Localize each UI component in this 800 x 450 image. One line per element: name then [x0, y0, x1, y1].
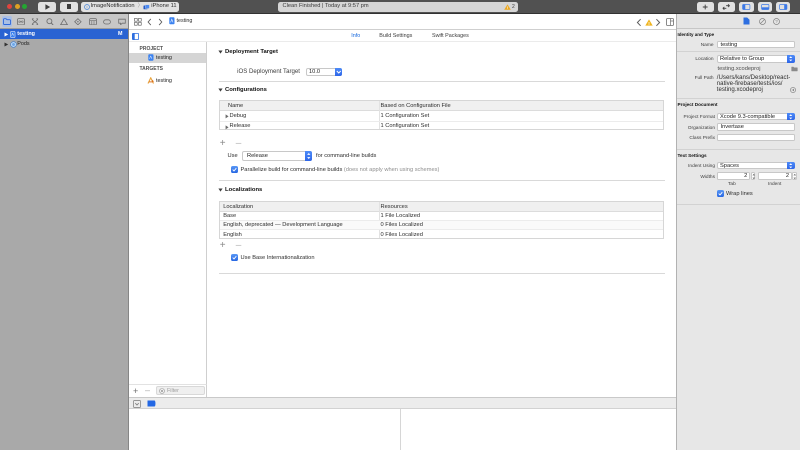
- svg-text:!: !: [507, 6, 508, 10]
- svg-text:?: ?: [775, 19, 778, 24]
- svg-text:i: i: [86, 4, 87, 9]
